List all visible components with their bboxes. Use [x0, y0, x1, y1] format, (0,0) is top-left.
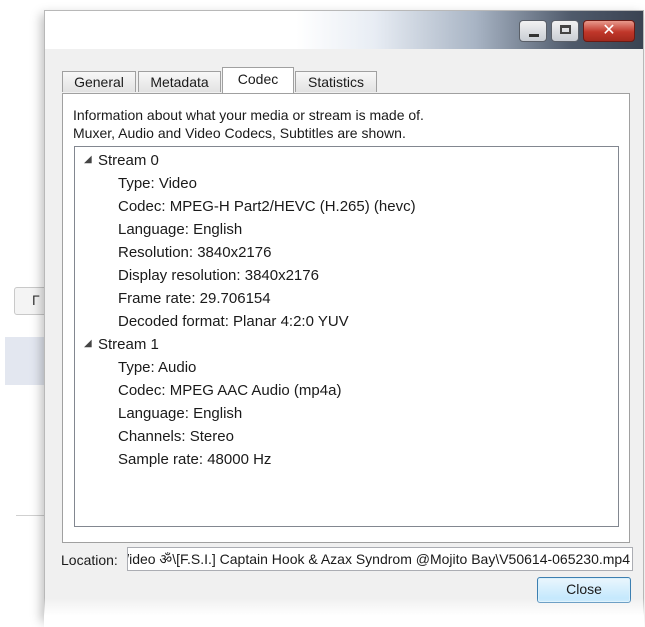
- stream-property: Sample rate: 48000 Hz: [118, 451, 272, 468]
- tab-statistics[interactable]: Statistics: [295, 71, 377, 92]
- codec-description: Information about what your media or str…: [73, 106, 424, 142]
- minimize-button[interactable]: [519, 20, 547, 42]
- background-button-label: Г: [32, 292, 40, 308]
- stream-property: Decoded format: Planar 4:2:0 YUV: [118, 313, 349, 330]
- codec-panel: Information about what your media or str…: [62, 93, 630, 543]
- screenshot-fade: [44, 598, 644, 627]
- collapse-arrow-icon[interactable]: ◢: [84, 149, 92, 171]
- stream-property: Codec: MPEG AAC Audio (mp4a): [118, 382, 342, 399]
- background-divider: [16, 515, 46, 516]
- maximize-button[interactable]: [551, 20, 579, 42]
- stream-property: Channels: Stereo: [118, 428, 234, 445]
- background-selected-row: [5, 337, 45, 385]
- tab-codec[interactable]: Codec: [222, 67, 294, 93]
- maximize-icon: [560, 25, 571, 34]
- stream-property: Display resolution: 3840x2176: [118, 267, 319, 284]
- stream-title: Stream 1: [98, 336, 159, 353]
- stream-property: Resolution: 3840x2176: [118, 244, 272, 261]
- close-icon: ✕: [602, 22, 616, 39]
- stream-property: Codec: MPEG-H Part2/HEVC (H.265) (hevc): [118, 198, 416, 215]
- tab-general[interactable]: General: [62, 71, 136, 92]
- description-line-1: Information about what your media or str…: [73, 107, 424, 123]
- collapse-arrow-icon[interactable]: ◢: [84, 333, 92, 355]
- stream-title: Stream 0: [98, 152, 159, 169]
- tab-metadata[interactable]: Metadata: [138, 71, 221, 92]
- stream-property: Language: English: [118, 405, 243, 422]
- minimize-icon: [529, 34, 539, 37]
- location-value: /ideo ॐ\[F.S.I.] Captain Hook & Azax Syn…: [127, 551, 630, 567]
- description-line-2: Muxer, Audio and Video Codecs, Subtitles…: [73, 125, 406, 141]
- stream-property: Type: Audio: [118, 359, 197, 376]
- stream-property: Frame rate: 29.706154: [118, 290, 271, 307]
- location-label: Location:: [61, 552, 118, 568]
- location-field[interactable]: /ideo ॐ\[F.S.I.] Captain Hook & Azax Syn…: [127, 547, 633, 571]
- stream-property: Type: Video: [118, 175, 197, 192]
- media-information-dialog: ✕ General Metadata Codec Statistics Info…: [44, 10, 644, 618]
- stream-property: Language: English: [118, 221, 243, 238]
- codec-tree[interactable]: ◢ Stream 0 Type: Video Codec: MPEG-H Par…: [74, 146, 619, 527]
- close-window-button[interactable]: ✕: [583, 20, 635, 42]
- title-bar: ✕: [45, 11, 643, 49]
